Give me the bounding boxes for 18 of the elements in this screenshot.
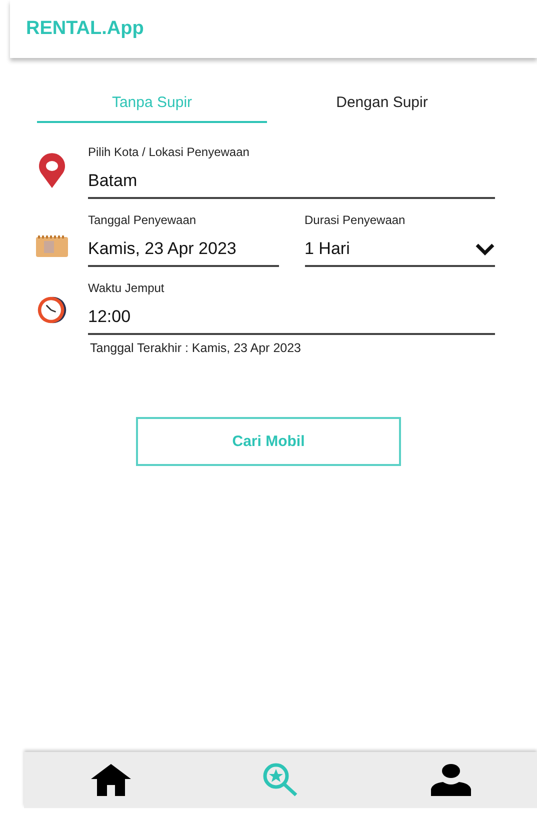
time-field[interactable]: 12:00 xyxy=(88,305,495,335)
field-label: Tanggal Penyewaan xyxy=(88,213,198,227)
field-label: Pilih Kota / Lokasi Penyewaan xyxy=(88,145,250,159)
calendar-icon xyxy=(36,235,68,257)
duration-dropdown[interactable]: 1 Hari xyxy=(304,237,495,267)
clock-icon xyxy=(36,295,68,325)
location-pin-icon xyxy=(37,153,67,189)
location-field[interactable]: Batam xyxy=(88,169,495,199)
search-icon xyxy=(262,763,300,797)
end-date-note: Tanggal Terakhir : Kamis, 23 Apr 2023 xyxy=(90,341,302,355)
app-title: RENTAL.App xyxy=(26,18,144,40)
tab[interactable]: Dengan Supir xyxy=(267,88,497,123)
home-icon xyxy=(88,763,132,797)
chevron-down-icon xyxy=(475,242,495,256)
profile-icon xyxy=(428,763,472,797)
field-label: Durasi Penyewaan xyxy=(304,213,406,227)
field-label: Waktu Jemput xyxy=(88,281,166,295)
date-field[interactable]: Kamis, 23 Apr 2023 xyxy=(88,237,278,267)
